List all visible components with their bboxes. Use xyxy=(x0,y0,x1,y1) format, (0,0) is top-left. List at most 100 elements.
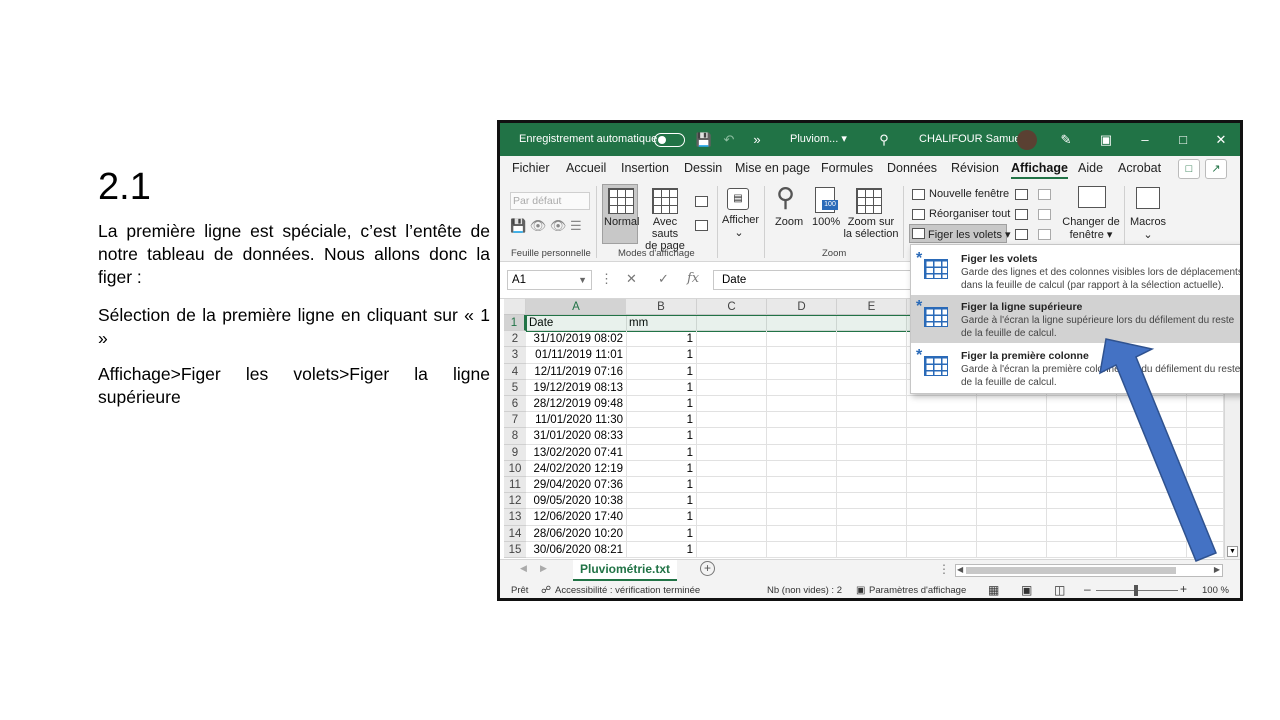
row-header[interactable]: 12 xyxy=(504,493,526,510)
tab-fichier[interactable]: Fichier xyxy=(512,161,550,175)
value-cell[interactable]: 1 xyxy=(627,477,697,494)
display-settings-button[interactable]: Paramètres d'affichage xyxy=(869,585,966,596)
value-cell[interactable]: 1 xyxy=(627,396,697,413)
hide-icon[interactable] xyxy=(1015,209,1028,220)
empty-cell[interactable] xyxy=(697,331,767,348)
empty-cell[interactable] xyxy=(697,509,767,526)
row-header[interactable]: 7 xyxy=(504,412,526,429)
empty-cell[interactable] xyxy=(697,541,767,558)
sync-scroll-icon[interactable] xyxy=(1038,209,1051,220)
empty-cell[interactable] xyxy=(767,347,837,364)
zoom-slider-thumb[interactable] xyxy=(1134,585,1138,596)
empty-cell[interactable] xyxy=(907,477,977,494)
tab-acrobat[interactable]: Acrobat xyxy=(1118,161,1161,175)
comments-icon[interactable]: □ xyxy=(1178,159,1200,179)
empty-cell[interactable] xyxy=(697,379,767,396)
empty-cell[interactable] xyxy=(837,379,907,396)
empty-cell[interactable] xyxy=(977,525,1047,542)
custom-views-icon[interactable] xyxy=(695,220,708,231)
empty-cell[interactable] xyxy=(767,541,837,558)
add-sheet-icon[interactable]: + xyxy=(700,561,715,576)
date-cell[interactable]: 28/12/2019 09:48 xyxy=(526,396,627,413)
ribbon-display-icon[interactable]: ▣ xyxy=(1097,123,1115,156)
empty-cell[interactable] xyxy=(977,412,1047,429)
empty-cell[interactable] xyxy=(977,477,1047,494)
insert-function-icon[interactable]: fx xyxy=(687,271,699,286)
empty-cell[interactable] xyxy=(837,331,907,348)
tab-formules[interactable]: Formules xyxy=(821,161,873,175)
tab-donnees[interactable]: Données xyxy=(887,161,937,175)
empty-cell[interactable] xyxy=(977,444,1047,461)
value-cell[interactable]: 1 xyxy=(627,379,697,396)
confirm-icon[interactable]: ✓ xyxy=(658,271,669,287)
date-cell[interactable]: 29/04/2020 07:36 xyxy=(526,477,627,494)
sheet-nav-right-icon[interactable]: ▶ xyxy=(540,563,547,574)
page-break-button[interactable]: Avec sauts de page xyxy=(640,216,690,252)
empty-cell[interactable] xyxy=(837,509,907,526)
value-cell[interactable]: 1 xyxy=(627,444,697,461)
column-header-a[interactable]: A xyxy=(526,299,627,315)
row-header[interactable]: 1 xyxy=(504,315,526,332)
empty-cell[interactable] xyxy=(907,493,977,510)
tab-affichage[interactable]: Affichage xyxy=(1011,161,1068,179)
tab-revision[interactable]: Révision xyxy=(951,161,999,175)
empty-cell[interactable] xyxy=(977,428,1047,445)
date-cell[interactable]: 24/02/2020 12:19 xyxy=(526,460,627,477)
sheet-splitter-icon[interactable]: ⋮ xyxy=(938,562,950,576)
empty-cell[interactable] xyxy=(977,460,1047,477)
empty-cell[interactable] xyxy=(697,477,767,494)
empty-cell[interactable] xyxy=(767,477,837,494)
empty-cell[interactable] xyxy=(697,428,767,445)
empty-cell[interactable] xyxy=(837,363,907,380)
row-header[interactable]: 8 xyxy=(504,428,526,445)
empty-cell[interactable] xyxy=(767,444,837,461)
value-cell[interactable]: 1 xyxy=(627,493,697,510)
empty-cell[interactable] xyxy=(837,412,907,429)
empty-cell[interactable] xyxy=(907,444,977,461)
row-header[interactable]: 3 xyxy=(504,347,526,364)
row-header[interactable]: 13 xyxy=(504,509,526,526)
empty-cell[interactable] xyxy=(907,509,977,526)
empty-cell[interactable] xyxy=(697,396,767,413)
cancel-icon[interactable]: ✕ xyxy=(626,271,637,287)
empty-cell[interactable] xyxy=(767,428,837,445)
empty-cell[interactable] xyxy=(697,347,767,364)
column-header-c[interactable]: C xyxy=(697,299,767,315)
zoom-level[interactable]: 100 % xyxy=(1202,585,1229,596)
empty-cell[interactable] xyxy=(837,493,907,510)
column-header-b[interactable]: B xyxy=(626,299,697,315)
page-layout-status-icon[interactable]: ▣ xyxy=(1021,583,1032,597)
empty-cell[interactable] xyxy=(767,460,837,477)
empty-cell[interactable] xyxy=(767,412,837,429)
empty-cell[interactable] xyxy=(977,509,1047,526)
switch-window-button[interactable]: Changer de fenêtre ▾ xyxy=(1060,216,1122,241)
sheet-tab[interactable]: Pluviométrie.txt xyxy=(573,560,677,581)
autosave-toggle[interactable] xyxy=(654,133,685,147)
show-button[interactable]: Afficher ⌄ xyxy=(722,214,759,239)
tab-mise-en-page[interactable]: Mise en page xyxy=(735,161,810,175)
unhide-icon[interactable] xyxy=(1015,229,1028,240)
zoom-button[interactable]: Zoom xyxy=(775,216,803,228)
arrange-all-button[interactable]: Réorganiser tout xyxy=(929,208,1010,220)
row-header[interactable]: 14 xyxy=(504,525,526,542)
date-cell[interactable]: 31/01/2020 08:33 xyxy=(526,428,627,445)
value-cell[interactable]: 1 xyxy=(627,428,697,445)
sheet-nav-left-icon[interactable]: ◀ xyxy=(520,563,527,574)
new-window-button[interactable]: Nouvelle fenêtre xyxy=(929,188,1009,200)
macros-button[interactable]: Macros ⌄ xyxy=(1130,216,1166,241)
empty-cell[interactable] xyxy=(767,331,837,348)
normal-view-status-icon[interactable]: ▦ xyxy=(988,583,999,597)
row-header[interactable]: 10 xyxy=(504,460,526,477)
empty-cell[interactable] xyxy=(767,396,837,413)
close-button[interactable]: ✕ xyxy=(1212,123,1230,156)
empty-cell[interactable] xyxy=(907,525,977,542)
accessibility-status[interactable]: Accessibilité : vérification terminée xyxy=(555,585,700,596)
avatar[interactable] xyxy=(1017,130,1037,150)
empty-cell[interactable] xyxy=(977,493,1047,510)
empty-cell[interactable] xyxy=(767,379,837,396)
empty-cell[interactable] xyxy=(907,412,977,429)
column-header-d[interactable]: D xyxy=(767,299,837,315)
sheet-view-combo[interactable]: Par défaut xyxy=(510,192,590,210)
row-header[interactable]: 2 xyxy=(504,331,526,348)
value-cell[interactable]: 1 xyxy=(627,509,697,526)
